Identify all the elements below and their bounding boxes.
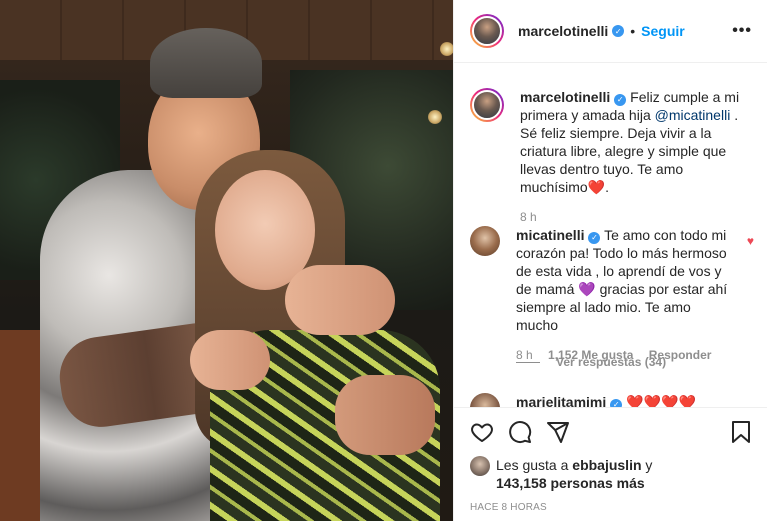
replies-line — [516, 361, 540, 363]
photo-hand — [335, 375, 435, 455]
post-side-panel: marcelotinelli ✓ • Seguir ••• marcelotin… — [453, 0, 767, 521]
comments-section[interactable]: marcelotinelli ✓ Feliz cumple a mi primer… — [454, 64, 767, 407]
view-replies-label: Ver respuestas (34) — [556, 355, 667, 369]
owner-avatar-image — [472, 16, 502, 46]
comment-username[interactable]: micatinelli — [516, 227, 584, 243]
caption-mention-link[interactable]: @micatinelli — [655, 107, 731, 123]
likes-and: y — [641, 457, 653, 473]
comment-avatar[interactable] — [470, 226, 500, 256]
comment-avatar[interactable] — [470, 393, 500, 407]
post-header: marcelotinelli ✓ • Seguir ••• — [454, 0, 767, 63]
photo-lamp — [440, 42, 453, 56]
heart-icon[interactable] — [470, 420, 494, 444]
more-icon[interactable]: ••• — [732, 22, 752, 40]
comment-item: micatinelli ✓ Te amo con todo mi corazón … — [470, 226, 760, 364]
comment-text: ❤️❤️❤️❤️ — [622, 394, 696, 407]
caption-username[interactable]: marcelotinelli — [520, 89, 610, 105]
caption-time[interactable]: 8 h — [520, 210, 537, 224]
view-replies-button[interactable]: Ver respuestas (34) — [516, 355, 666, 369]
comment-item: marielitamimi ✓ ❤️❤️❤️❤️ — [470, 393, 760, 407]
verified-badge-icon: ✓ — [612, 25, 625, 37]
bookmark-icon[interactable] — [730, 420, 752, 444]
photo-man-cap — [150, 28, 262, 98]
owner-username[interactable]: marcelotinelli — [518, 23, 608, 39]
follow-button[interactable]: Seguir — [641, 23, 685, 39]
post-timestamp[interactable]: HACE 8 HORAS — [470, 502, 752, 513]
likes-prefix: Les gusta a — [496, 457, 573, 473]
verified-badge-icon: ✓ — [588, 232, 601, 244]
photo-hand — [190, 330, 270, 390]
likes-count[interactable]: 143,158 personas más — [496, 475, 645, 491]
comment-username[interactable]: marielitamimi — [516, 394, 606, 407]
action-bar: Les gusta a ebbajuslin y 143,158 persona… — [454, 407, 767, 521]
comment-icon[interactable] — [508, 420, 532, 444]
caption-avatar[interactable] — [470, 88, 504, 122]
verified-badge-icon: ✓ — [610, 399, 623, 407]
comment-body: marielitamimi ✓ ❤️❤️❤️❤️ — [516, 393, 736, 407]
comment-like-heart-icon[interactable]: ♥ — [747, 234, 754, 248]
liker-avatar[interactable] — [470, 456, 490, 476]
verified-badge-icon: ✓ — [614, 94, 627, 106]
comment-body: micatinelli ✓ Te amo con todo mi corazón … — [516, 226, 736, 364]
caption-body: marcelotinelli ✓ Feliz cumple a mi primer… — [520, 88, 750, 226]
caption: marcelotinelli ✓ Feliz cumple a mi primer… — [470, 88, 760, 226]
photo-hand — [285, 265, 395, 335]
share-icon[interactable] — [546, 420, 570, 444]
post-photo[interactable] — [0, 0, 453, 521]
photo-lamp — [428, 110, 442, 124]
liker-username[interactable]: ebbajuslin — [572, 457, 641, 473]
separator-dot: • — [630, 23, 636, 39]
likes-summary: Les gusta a ebbajuslin y 143,158 persona… — [470, 456, 752, 492]
likes-text: Les gusta a ebbajuslin y 143,158 persona… — [496, 456, 652, 492]
owner-avatar[interactable] — [470, 14, 504, 48]
header-user: marcelotinelli ✓ • Seguir — [518, 23, 685, 39]
caption-avatar-image — [472, 90, 502, 120]
action-icons — [470, 408, 752, 456]
caption-meta: 8 h — [520, 208, 750, 226]
